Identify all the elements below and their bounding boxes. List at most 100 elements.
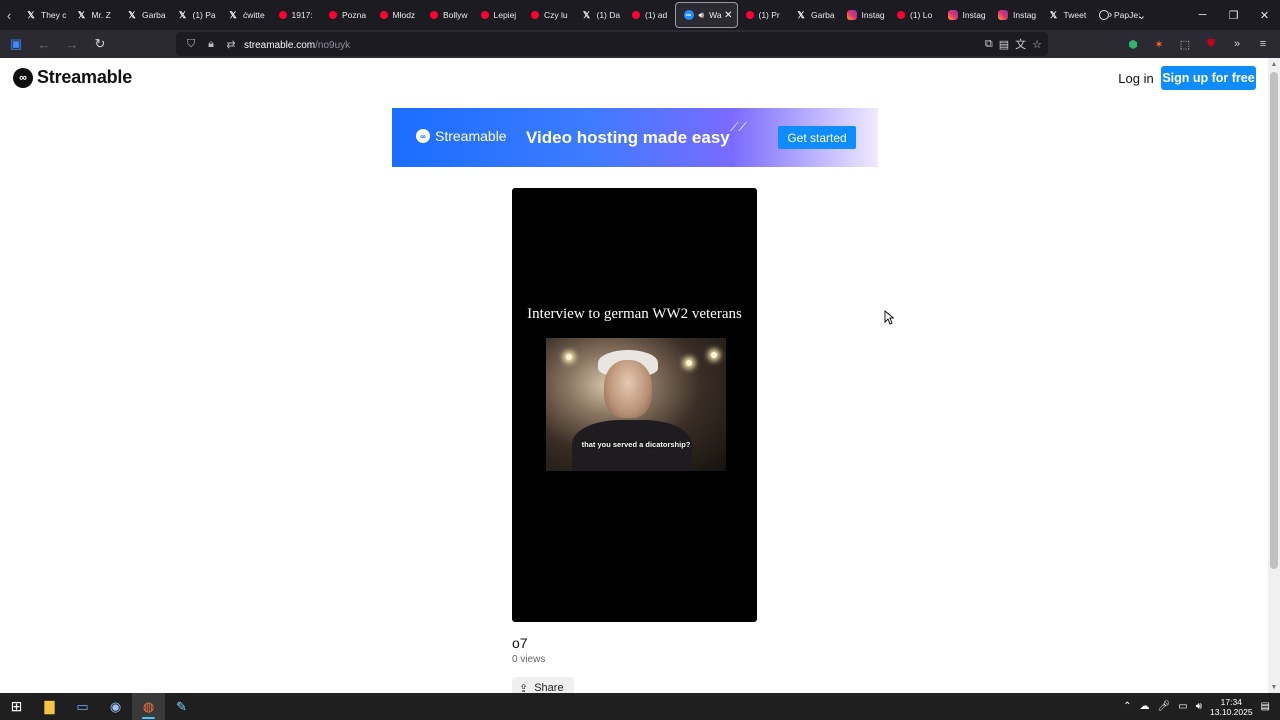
browser-tab[interactable]: (1) Lo bbox=[889, 2, 940, 28]
tab-title: Młodz bbox=[392, 10, 416, 20]
youtube-icon bbox=[329, 11, 337, 19]
video-views: 0 views bbox=[512, 654, 546, 665]
extension-shield-icon[interactable]: ⬢ bbox=[1122, 33, 1144, 55]
browser-tab[interactable]: Bollyw bbox=[422, 2, 473, 28]
browser-tab[interactable]: Młodz bbox=[372, 2, 423, 28]
system-clock[interactable]: 17:34 13.10.2025 bbox=[1210, 697, 1253, 717]
tab-title: (1) Lo bbox=[910, 10, 933, 20]
streamable-icon: ∞ bbox=[683, 10, 694, 20]
scroll-up-arrow-icon[interactable]: ▲ bbox=[1268, 58, 1280, 70]
browser-tab[interactable]: 𝕏 They c bbox=[18, 2, 69, 28]
firefox-icon[interactable]: ◍ bbox=[132, 693, 165, 720]
tab-title: 1917: bbox=[291, 10, 313, 20]
site-logo[interactable]: ∞ Streamable bbox=[13, 67, 132, 88]
window-controls: › ⌄ ─ ❐ ✕ bbox=[1095, 0, 1280, 30]
notifications-icon[interactable]: ▤ bbox=[1261, 701, 1270, 712]
browser-tab[interactable]: 𝕏 (1) Pa bbox=[170, 2, 221, 28]
browser-tab[interactable]: Pozna bbox=[321, 2, 372, 28]
forward-button[interactable]: → bbox=[60, 32, 84, 56]
browser-tab[interactable]: 𝕏 Garba bbox=[788, 2, 839, 28]
network-icon[interactable]: ▭ bbox=[1178, 701, 1187, 712]
close-window-button[interactable]: ✕ bbox=[1249, 0, 1280, 30]
banner-logo-icon: ∞ bbox=[416, 129, 430, 143]
list-all-tabs-button[interactable]: ⌄ bbox=[1126, 0, 1157, 30]
get-started-button[interactable]: Get started bbox=[778, 126, 856, 149]
browser-tab[interactable]: Lepiej bbox=[473, 2, 524, 28]
tab-audio-playing-icon[interactable]: 🔊︎ bbox=[699, 10, 705, 21]
reader-view-icon[interactable]: ▤ bbox=[999, 38, 1009, 51]
video-player[interactable]: Interview to german WW2 veterans that yo… bbox=[512, 188, 757, 622]
browser-tab[interactable]: ∞ 🔊︎ Wa ✕ bbox=[674, 2, 738, 28]
clock-date: 13.10.2025 bbox=[1210, 706, 1253, 717]
start-button[interactable]: ⊞ bbox=[0, 693, 33, 720]
scrollbar-thumb[interactable] bbox=[1270, 72, 1278, 569]
banner-brand: Streamable bbox=[435, 128, 507, 144]
browser-tab[interactable]: Instag bbox=[940, 2, 991, 28]
tabs-scroll-right-button[interactable]: › bbox=[1095, 0, 1126, 30]
sidebar-toggle-icon[interactable]: ▣ bbox=[4, 32, 28, 56]
tab-close-icon[interactable]: ✕ bbox=[724, 10, 732, 21]
share-label: Share bbox=[534, 682, 564, 693]
lock-icon[interactable]: 🔒︎ bbox=[204, 38, 218, 51]
browser-tab[interactable]: 𝕏 (1) Da bbox=[574, 2, 625, 28]
tracking-protection-shield-icon[interactable]: ⛉ bbox=[184, 38, 198, 51]
lamp-light bbox=[711, 352, 717, 358]
signup-button[interactable]: Sign up for free bbox=[1161, 66, 1256, 90]
translate-icon[interactable]: 文 bbox=[1015, 36, 1026, 52]
browser-tab[interactable]: 1917: bbox=[271, 2, 322, 28]
browser-tab[interactable]: 𝕏 Garba bbox=[119, 2, 170, 28]
browser-tab[interactable]: 𝕏 Mr. Z bbox=[69, 2, 120, 28]
scroll-down-arrow-icon[interactable]: ▼ bbox=[1268, 681, 1280, 693]
tray-overflow-chevron-icon[interactable]: ⌃ bbox=[1123, 701, 1131, 712]
picture-in-picture-icon[interactable]: ⧉ bbox=[985, 38, 993, 51]
login-link[interactable]: Log in bbox=[1115, 66, 1157, 90]
volume-icon[interactable]: 🔊︎ bbox=[1196, 701, 1202, 712]
video-frame-image: that you served a dicatorship? bbox=[546, 338, 726, 471]
browser-tab[interactable]: Instag bbox=[839, 2, 890, 28]
browser-tab[interactable]: 𝕏ćwitte bbox=[220, 2, 271, 28]
tab-title: Lepiej bbox=[493, 10, 517, 20]
extension-ublock-icon[interactable]: ⛊ bbox=[1200, 33, 1222, 55]
browser-tab[interactable]: (1) Pr bbox=[738, 2, 789, 28]
youtube-icon bbox=[480, 11, 489, 19]
navigation-toolbar: ▣ ← → ↻ ⛉ 🔒︎ ⇄ streamable.com/no9uyk ⧉ ▤… bbox=[0, 30, 1280, 58]
instagram-icon bbox=[846, 10, 857, 20]
x-icon: 𝕏 bbox=[77, 9, 86, 20]
extension-fox-icon[interactable]: ✶ bbox=[1148, 33, 1170, 55]
browser-tab[interactable]: Czy lu bbox=[523, 2, 574, 28]
browser-tab[interactable]: Instag bbox=[990, 2, 1041, 28]
extensions-puzzle-icon[interactable]: ⬚ bbox=[1174, 33, 1196, 55]
microphone-icon[interactable]: 🎤︎ bbox=[1158, 701, 1171, 712]
file-explorer-icon[interactable]: ▇ bbox=[33, 693, 66, 720]
browser-tab[interactable]: 𝕏 Tweet bbox=[1041, 2, 1092, 28]
tabs-scroll-left-button[interactable]: ‹ bbox=[0, 0, 18, 30]
app-menu-icon[interactable]: ≡ bbox=[1252, 33, 1274, 55]
share-button[interactable]: ⇪ Share bbox=[512, 677, 574, 693]
bookmark-star-icon[interactable]: ☆ bbox=[1032, 38, 1042, 51]
face bbox=[604, 360, 652, 418]
youtube-icon bbox=[745, 11, 754, 19]
address-bar[interactable]: ⛉ 🔒︎ ⇄ streamable.com/no9uyk ⧉ ▤ 文 ☆ bbox=[176, 32, 1048, 56]
onedrive-cloud-icon[interactable]: ☁ bbox=[1140, 701, 1150, 712]
youtube-icon bbox=[531, 11, 539, 19]
restore-button[interactable]: ❐ bbox=[1218, 0, 1249, 30]
system-tray: ⌃ ☁ 🎤︎ ▭ 🔊︎ 17:34 13.10.2025 ▤ bbox=[1123, 693, 1280, 720]
tab-title: They c bbox=[41, 10, 67, 20]
tab-title: Pozna bbox=[342, 10, 367, 20]
steam-icon[interactable]: ◉ bbox=[99, 693, 132, 720]
minimize-button[interactable]: ─ bbox=[1187, 0, 1218, 30]
tab-title: Garba bbox=[811, 10, 835, 20]
youtube-icon bbox=[379, 11, 388, 19]
back-button[interactable]: ← bbox=[32, 32, 56, 56]
remote-desktop-icon[interactable]: ▭ bbox=[66, 693, 99, 720]
browser-tab-strip: ‹ 𝕏 They c 𝕏 Mr. Z 𝕏 Garba 𝕏 (1) Pa 𝕏ćwitte 1917:… bbox=[0, 0, 1280, 30]
reload-button[interactable]: ↻ bbox=[88, 32, 112, 56]
video-overlay-caption: Interview to german WW2 veterans bbox=[527, 306, 742, 322]
overflow-menu-icon[interactable]: » bbox=[1226, 33, 1248, 55]
page-permissions-icon[interactable]: ⇄ bbox=[224, 38, 238, 51]
tab-title: Tweet bbox=[1063, 10, 1087, 20]
page-scrollbar[interactable]: ▲ ▼ bbox=[1268, 58, 1280, 693]
paint-app-icon[interactable]: ✎ bbox=[165, 693, 198, 720]
browser-tab[interactable]: (1) ad bbox=[624, 2, 675, 28]
promo-banner[interactable]: ∞ Streamable Video hosting made easy ⟋⟋ … bbox=[392, 108, 878, 167]
